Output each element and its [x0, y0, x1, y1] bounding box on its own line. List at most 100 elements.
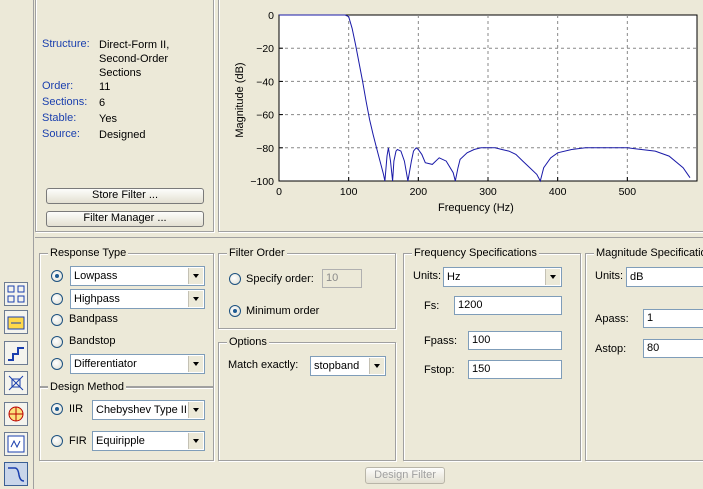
x-axis-label: Frequency (Hz) — [438, 202, 514, 214]
astop-input[interactable]: 80 — [643, 339, 703, 358]
match-exactly-label: Match exactly: — [228, 359, 299, 371]
specify-order-label: Specify order: — [246, 273, 314, 285]
response-type-radio[interactable] — [51, 270, 63, 282]
design-filter-tool-icon[interactable] — [4, 402, 28, 426]
design-method-title: Design Method — [48, 381, 126, 393]
response-type-label: Bandstop — [69, 335, 116, 347]
options-group: Options Match exactly: stopband — [218, 336, 396, 461]
magnitude-response-chart: 0 100 200 300 400 500 0 −20 −40 −60 −80 −100 Frequen… — [234, 10, 698, 214]
mag-units-select[interactable]: dB — [626, 267, 703, 287]
info-label: Sections: — [42, 96, 88, 108]
y-tick-label: −20 — [256, 43, 274, 55]
y-tick-label: −60 — [256, 110, 274, 122]
fir-radio[interactable] — [51, 435, 63, 447]
mag-units-value: dB — [630, 271, 644, 283]
x-tick-label: 0 — [276, 186, 282, 198]
info-label: Source: — [42, 128, 80, 140]
response-type-title: Response Type — [48, 247, 129, 259]
design-filter-button[interactable]: Design Filter — [365, 467, 445, 484]
info-value: Direct-Form II, Second-Order Sections — [99, 39, 170, 79]
design-method-group: Design Method IIR Chebyshev Type II FIR … — [39, 381, 214, 461]
chevron-down-icon — [188, 268, 203, 284]
response-type-value: Highpass — [74, 293, 120, 305]
fpass-input[interactable]: 100 — [468, 331, 562, 350]
filter-order-group: Filter Order Specify order: 10 Minimum o… — [218, 247, 396, 329]
response-type-value: Lowpass — [74, 270, 118, 282]
current-filter-info-panel: Structure: Direct-Form II, Second-Order S… — [35, 0, 214, 232]
response-type-select[interactable]: Highpass — [70, 289, 205, 309]
iir-method-select[interactable]: Chebyshev Type II — [92, 400, 205, 420]
info-label: Order: — [42, 80, 74, 92]
frequency-specifications-title: Frequency Specifications — [412, 247, 539, 259]
chevron-down-icon — [188, 356, 203, 372]
left-toolbar — [0, 0, 34, 489]
response-type-radio[interactable] — [51, 358, 63, 370]
match-exactly-value: stopband — [314, 360, 360, 372]
chevron-down-icon — [188, 291, 203, 307]
toolbar-top-strip — [0, 0, 33, 270]
specify-order-radio[interactable] — [229, 273, 241, 285]
iir-radio[interactable] — [51, 403, 63, 415]
import-filter-icon[interactable] — [4, 371, 28, 395]
order-input[interactable]: 10 — [322, 269, 362, 288]
freq-units-select[interactable]: Hz — [443, 267, 562, 287]
iir-label: IIR — [69, 403, 84, 415]
response-type-label: Bandpass — [69, 313, 118, 325]
realize-model-icon[interactable] — [4, 341, 28, 365]
info-label: Structure: — [42, 38, 90, 50]
response-type-radio[interactable] — [51, 293, 63, 305]
info-label: Stable: — [42, 112, 77, 124]
minimum-order-radio[interactable] — [229, 305, 241, 317]
fstop-label: Fstop: — [424, 364, 455, 376]
fpass-label: Fpass: — [424, 335, 458, 347]
freq-units-label: Units: — [413, 270, 442, 282]
multirate-icon[interactable] — [4, 432, 28, 456]
iir-method-value: Chebyshev Type II — [96, 404, 187, 416]
apass-label: Apass: — [595, 313, 629, 325]
y-tick-label: −80 — [256, 143, 274, 155]
match-exactly-select[interactable]: stopband — [310, 356, 386, 376]
response-type-radio[interactable] — [51, 336, 63, 348]
frequency-specifications-group: Frequency Specifications Units: Hz Fs: 1… — [403, 247, 581, 461]
mag-units-label: Units: — [595, 270, 624, 282]
apass-input[interactable]: 1 — [643, 309, 703, 328]
magnitude-response-panel: 0 100 200 300 400 500 0 −20 −40 −60 −80 −100 Frequen… — [218, 0, 703, 232]
astop-label: Astop: — [595, 343, 627, 355]
filter-manager-button[interactable]: Filter Manager ... — [46, 211, 204, 227]
transform-filter-icon[interactable] — [4, 310, 28, 334]
store-filter-button[interactable]: Store Filter ... — [46, 188, 204, 204]
magnitude-specifications-group: Magnitude Specifications Units: dB Apass… — [585, 247, 703, 461]
filter-order-title: Filter Order — [227, 247, 287, 259]
y-tick-label: 0 — [268, 10, 274, 22]
chevron-down-icon — [369, 358, 384, 374]
magnitude-specifications-title: Magnitude Specifications — [594, 247, 703, 259]
response-type-select[interactable]: Differentiator — [70, 354, 205, 374]
info-value: 6 — [99, 97, 106, 109]
x-tick-label: 200 — [410, 186, 428, 198]
fir-method-select[interactable]: Equiripple — [92, 431, 205, 451]
minimum-order-label: Minimum order — [246, 305, 320, 317]
y-axis-label: Magnitude (dB) — [234, 62, 246, 137]
pole-zero-editor-icon[interactable] — [4, 282, 28, 306]
response-type-select[interactable]: Lowpass — [70, 266, 205, 286]
fstop-input[interactable]: 150 — [468, 360, 562, 379]
info-value: Designed — [99, 129, 146, 141]
filter-design-icon[interactable] — [4, 462, 28, 486]
freq-units-value: Hz — [447, 271, 461, 283]
x-tick-label: 400 — [549, 186, 567, 198]
x-tick-label: 300 — [479, 186, 497, 198]
y-tick-label: −100 — [250, 176, 274, 188]
design-panel: Response Type Lowpass Highpass Bandpass Ban… — [35, 237, 703, 489]
x-tick-label: 100 — [340, 186, 358, 198]
fir-method-value: Equiripple — [96, 435, 145, 447]
response-type-value: Differentiator — [74, 358, 137, 370]
fir-label: FIR — [69, 435, 87, 447]
chevron-down-icon — [188, 402, 203, 418]
x-tick-label: 500 — [619, 186, 637, 198]
response-type-radio[interactable] — [51, 314, 63, 326]
fs-input[interactable]: 1200 — [454, 296, 562, 315]
options-title: Options — [227, 336, 269, 348]
response-type-group: Response Type Lowpass Highpass Bandpass Ban… — [39, 247, 214, 387]
info-value: Yes — [99, 113, 117, 125]
fs-label: Fs: — [424, 300, 440, 312]
